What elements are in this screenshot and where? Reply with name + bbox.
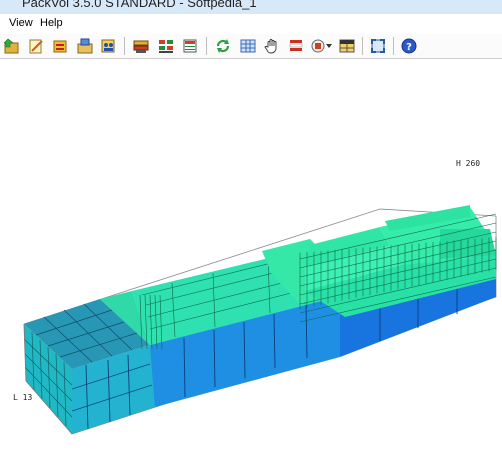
toolbar-separator [206, 37, 207, 55]
menu-bar: View Help [0, 14, 502, 34]
report-icon[interactable] [182, 38, 198, 54]
toolbar: ? [0, 34, 502, 59]
window-title: PackVol 3.5.0 STANDARD - Softpedia_1 [22, 0, 257, 10]
open-icon[interactable] [4, 38, 20, 54]
3d-viewport[interactable]: H 260 L 13 [0, 59, 502, 455]
menu-help[interactable]: Help [38, 17, 65, 29]
help-icon[interactable]: ? [401, 38, 417, 54]
boxes-dropdown-icon[interactable] [311, 38, 333, 54]
svg-text:?: ? [406, 42, 412, 53]
stack-icon[interactable] [288, 38, 304, 54]
toolbar-separator [393, 37, 394, 55]
toolbar-separator [124, 37, 125, 55]
refresh-icon[interactable] [215, 38, 231, 54]
length-axis-label: L 13 [13, 393, 33, 402]
layout-icon[interactable] [158, 38, 174, 54]
fit-view-icon[interactable] [370, 38, 386, 54]
load-icon[interactable] [77, 38, 93, 54]
toolbar-separator [362, 37, 363, 55]
hand-icon[interactable] [264, 38, 280, 54]
table-icon[interactable] [339, 38, 355, 54]
container-3d-view[interactable] [0, 59, 502, 455]
title-bar: PackVol 3.5.0 STANDARD - Softpedia_1 [0, 0, 502, 14]
container-icon[interactable] [133, 38, 149, 54]
edit-icon[interactable] [28, 38, 44, 54]
height-axis-label: H 260 [456, 159, 481, 168]
people-icon[interactable] [100, 38, 116, 54]
app-window: PackVol 3.5.0 STANDARD - Softpedia_1 Vie… [0, 0, 502, 455]
grid-icon[interactable] [240, 38, 256, 54]
menu-view[interactable]: View [7, 17, 35, 29]
database-icon[interactable] [52, 38, 68, 54]
